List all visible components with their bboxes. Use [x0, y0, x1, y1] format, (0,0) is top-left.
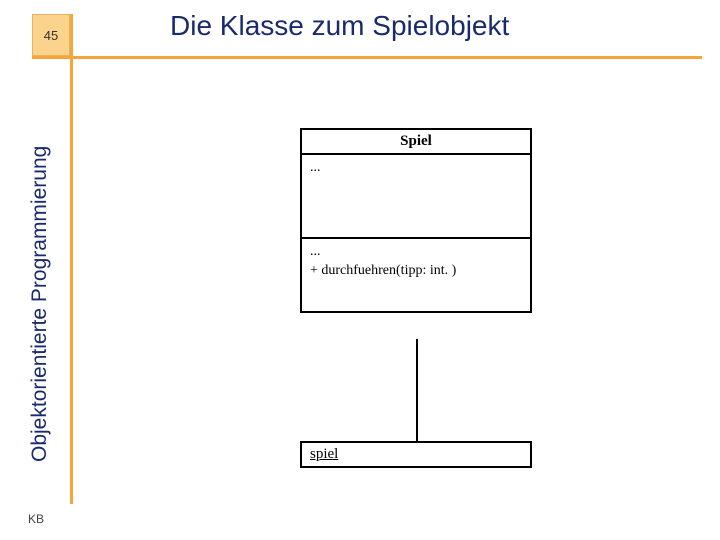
uml-object-box: spiel: [300, 441, 532, 468]
uml-op-durchfuehren: + durchfuehren(tipp: int. ): [310, 262, 522, 281]
uml-association-line: [416, 339, 418, 443]
slide-number: 45: [44, 28, 58, 43]
divider-vertical: [70, 14, 73, 504]
side-label: Objektorientierte Programmierung: [28, 146, 52, 462]
slide-number-box: 45: [32, 14, 70, 56]
uml-operations: ... + durchfuehren(tipp: int. ): [302, 239, 530, 311]
slide: 45 Die Klasse zum Spielobjekt Objektorie…: [0, 0, 720, 540]
uml-class-box: Spiel ... ... + durchfuehren(tipp: int. …: [300, 128, 532, 313]
uml-attributes: ...: [302, 155, 530, 239]
uml-object-name: spiel: [310, 446, 338, 462]
uml-class-name: Spiel: [302, 130, 530, 155]
uml-op-ellipsis: ...: [310, 243, 522, 262]
divider-horizontal: [32, 56, 702, 59]
slide-footer: KB: [28, 512, 44, 526]
slide-title: Die Klasse zum Spielobjekt: [170, 10, 509, 42]
